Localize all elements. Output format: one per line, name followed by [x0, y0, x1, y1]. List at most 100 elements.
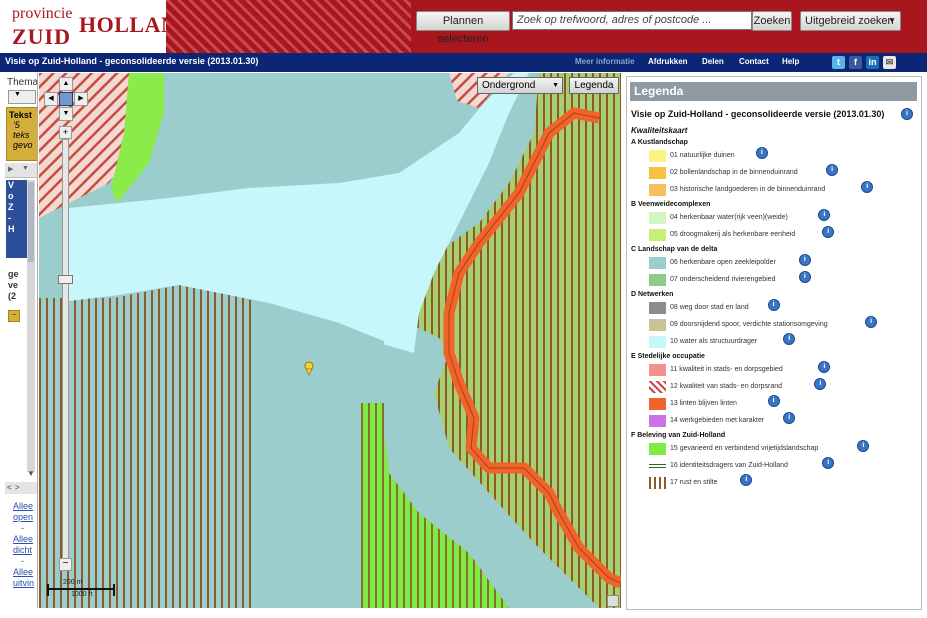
info-icon[interactable]: i	[901, 108, 913, 120]
uitgebreid-zoeken-button[interactable]: Uitgebreid zoeken ▼	[800, 11, 901, 31]
legend-swatch	[649, 443, 666, 455]
mail-icon[interactable]: ✉	[883, 56, 896, 69]
zoeken-button[interactable]: Zoeken	[752, 11, 792, 31]
info-icon[interactable]: i	[818, 361, 831, 373]
info-icon[interactable]: i	[740, 474, 753, 486]
legend-section-label: A Kustlandschap	[631, 139, 688, 146]
info-icon[interactable]: i	[783, 333, 796, 345]
nav-meer-informatie[interactable]: Meer informatie	[575, 57, 635, 66]
info-icon[interactable]: i	[865, 316, 878, 328]
info-icon[interactable]: i	[767, 395, 780, 407]
map-corner-icon[interactable]	[607, 595, 619, 607]
nav-contact[interactable]: Contact	[739, 57, 769, 66]
province-logo[interactable]: provincie HOLLAND ZUID	[0, 0, 193, 53]
theme-dropdown[interactable]: ▼	[8, 90, 36, 104]
legend-section-label: D Netwerken	[631, 291, 674, 298]
pan-up-icon[interactable]: ▲	[59, 77, 73, 91]
plan-version: ge ve (2	[8, 269, 19, 302]
info-icon[interactable]: i	[826, 164, 839, 176]
link-uitvin[interactable]: uitvin	[13, 578, 34, 589]
legend-item-label: 05 droogmakerij als herkenbare eenheid	[670, 231, 796, 238]
legend-item-label: 07 onderscheidend rivierengebied	[670, 276, 776, 283]
scroll-left-icon[interactable]: <	[7, 483, 12, 492]
twitter-icon[interactable]: t	[832, 56, 845, 69]
legend-item-label: 14 werkgebieden met karakter	[670, 417, 765, 424]
link-allee-open[interactable]: Allee	[13, 501, 34, 512]
legend-item-label: 17 rust en stilte	[670, 479, 718, 486]
tekst-box: Tekst '5 teks gevo	[6, 107, 37, 161]
linkedin-icon[interactable]: in	[866, 56, 879, 69]
search-input[interactable]: Zoek op trefwoord, adres of postcode ...	[512, 11, 752, 30]
legend-item-label: 11 kwaliteit in stads- en dorpsgebied	[670, 366, 783, 373]
scroll-down-icon[interactable]: ▼	[27, 469, 35, 478]
link-allee-dicht[interactable]: Allee	[13, 534, 34, 545]
scale-line	[47, 588, 115, 590]
legend-swatch	[649, 477, 666, 489]
link-dicht[interactable]: dicht	[13, 545, 34, 556]
zoom-in-button[interactable]: +	[59, 126, 72, 139]
info-icon[interactable]: i	[767, 299, 780, 311]
legend-item-label: 15 gevarieerd en verbindend vrijetijdsla…	[670, 445, 819, 452]
zoom-slider-handle[interactable]	[58, 275, 73, 284]
legend-item-label: 13 linten blijven linten	[670, 400, 737, 407]
info-icon[interactable]: i	[818, 209, 831, 221]
ondergrond-dropdown[interactable]: Ondergrond ▼	[477, 77, 563, 94]
theme-tab-label[interactable]: Thema	[7, 77, 37, 88]
legend-item-label: 06 herkenbare open zeekleipolder	[670, 259, 776, 266]
tekst-label: Tekst	[9, 110, 32, 120]
horizontal-scrollbar[interactable]: < >	[5, 482, 37, 494]
legend-swatch	[649, 212, 666, 224]
pan-control[interactable]: ▲ ◀ ▶ ▼	[44, 77, 88, 121]
nav-afdrukken[interactable]: Afdrukken	[648, 57, 688, 66]
theme-panel: Thema ▼ Tekst '5 teks gevo ▶ ▼ V o Z - H…	[5, 73, 38, 608]
pan-right-icon[interactable]: ▶	[74, 92, 88, 106]
info-icon[interactable]: i	[861, 181, 874, 193]
legend-swatch	[649, 364, 666, 376]
selected-plan-item[interactable]: V o Z - H	[6, 180, 28, 258]
pan-left-icon[interactable]: ◀	[44, 92, 58, 106]
map-canvas[interactable]: ▲ ◀ ▶ ▼ + − Ondergrond ▼ Legenda 200 m 1…	[39, 73, 621, 608]
zoom-slider[interactable]	[62, 139, 69, 566]
panel-tabs[interactable]: ▶ ▼	[5, 163, 37, 178]
legend-title: Visie op Zuid-Holland - geconsolideerde …	[631, 109, 885, 119]
chevron-down-icon: ▼	[552, 82, 559, 89]
legenda-button[interactable]: Legenda	[569, 77, 619, 94]
info-icon[interactable]: i	[755, 147, 768, 159]
legend-swatch	[649, 415, 666, 427]
link-allee-uitvin[interactable]: Allee	[13, 567, 34, 578]
legend-section-label: F Beleving van Zuid-Holland	[631, 432, 726, 439]
legend-swatch	[649, 460, 666, 472]
info-icon[interactable]: i	[798, 271, 811, 283]
legend-swatch	[649, 336, 666, 348]
info-icon[interactable]: i	[783, 412, 796, 424]
info-icon[interactable]: i	[798, 254, 811, 266]
legend-swatch	[649, 398, 666, 410]
link-open[interactable]: open	[13, 512, 34, 523]
scale-tick-left	[47, 584, 49, 596]
scroll-right-icon[interactable]: >	[15, 483, 20, 492]
info-icon[interactable]: i	[822, 457, 835, 469]
plannen-selecteren-button[interactable]: Plannen selecteren	[416, 11, 510, 45]
pan-center-icon[interactable]	[59, 92, 73, 106]
legend-item-label: 04 herkenbaar water(rijk veen)(weide)	[670, 214, 788, 221]
facebook-icon[interactable]: f	[849, 56, 862, 69]
nav-delen[interactable]: Delen	[702, 57, 724, 66]
info-icon[interactable]: i	[822, 226, 835, 238]
chevron-down-icon: ▼	[22, 165, 29, 172]
info-icon[interactable]: i	[857, 440, 870, 452]
scrollbar-thumb[interactable]	[28, 182, 34, 262]
chevron-down-icon: ▼	[14, 91, 21, 98]
plan-version-line1: ge	[8, 269, 19, 279]
zoom-out-button[interactable]: −	[59, 558, 72, 571]
plan-version-line2: ve	[8, 280, 19, 290]
scale-tick-right	[113, 584, 115, 596]
chevron-right-icon: ▶	[8, 166, 14, 173]
plan-letter-h: H	[8, 224, 15, 234]
info-icon[interactable]: i	[814, 378, 827, 390]
collapse-icon[interactable]: −	[8, 310, 20, 322]
legend-swatch	[649, 319, 666, 331]
pan-down-icon[interactable]: ▼	[59, 107, 73, 121]
nav-help[interactable]: Help	[782, 57, 799, 66]
panel-scrollbar[interactable]	[27, 180, 35, 472]
scale-bar: 200 m 1000 ft	[47, 579, 117, 599]
